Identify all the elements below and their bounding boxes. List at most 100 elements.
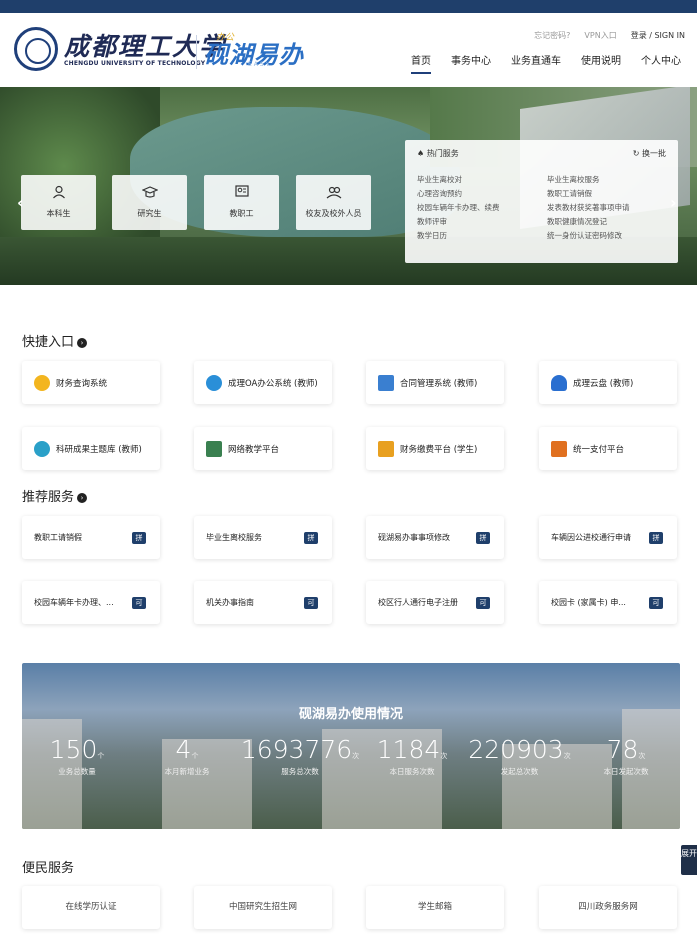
login-link[interactable]: 登录 / SIGN IN — [631, 30, 685, 41]
quick-entry-title-text: 快捷入口 — [22, 335, 75, 350]
coin-icon — [34, 374, 50, 391]
convenience-item[interactable]: 中国研究生招生网 — [194, 886, 332, 929]
stat-daily-service: 1184次 本日服务次数 — [367, 735, 457, 777]
main-nav: 首页 事务中心 业务直通车 使用说明 个人中心 — [401, 54, 691, 76]
refresh-label: 换一批 — [642, 149, 666, 158]
hot-service-item[interactable]: 教职健康情况登记 — [547, 216, 677, 227]
quick-entry-payment-student[interactable]: 财务缴费平台 (学生) — [366, 427, 504, 470]
role-card-undergraduate[interactable]: 本科生 — [21, 175, 96, 230]
stat-total-service: 1693776次 服务总次数 — [240, 735, 360, 777]
refresh-icon: ↻ — [632, 149, 640, 158]
quick-entry-label: 财务查询系统 — [56, 378, 108, 389]
nav-affairs-center[interactable]: 事务中心 — [441, 54, 501, 76]
hot-service-item[interactable]: 教师评审 — [417, 216, 547, 227]
convenience-title-text: 便民服务 — [22, 861, 75, 876]
tag-badge: 拼 — [132, 531, 146, 544]
stat-number: 1184 — [376, 735, 441, 764]
recommended-item[interactable]: 毕业生离校服务 拼 — [194, 516, 332, 559]
role-card-alumni[interactable]: 校友及校外人员 — [296, 175, 371, 230]
stats-title: 砚湖易办使用情况 — [298, 707, 403, 722]
hot-service-item[interactable]: 教职工请销假 — [547, 188, 677, 199]
stat-daily-initiated: 78次 本日发起次数 — [590, 735, 662, 777]
nav-home[interactable]: 首页 — [401, 54, 441, 76]
recommended-label: 车辆因公进校通行申请 — [551, 533, 631, 542]
stat-total-initiated: 220903次 发起总次数 — [467, 735, 572, 777]
stat-total-business: 150个 业务总数量 — [42, 735, 112, 777]
recommended-label: 校区行人通行电子注册 — [378, 598, 458, 607]
role-label: 校友及校外人员 — [305, 209, 362, 218]
logo-divider — [196, 35, 197, 69]
recommended-label: 砚湖易办事事项修改 — [378, 533, 450, 542]
recommended-item[interactable]: 教职工请销假 拼 — [22, 516, 160, 559]
quick-entry-cloud-drive[interactable]: 成理云盘 (教师) — [539, 361, 677, 404]
recommended-label: 机关办事指南 — [206, 598, 254, 607]
convenience-item[interactable]: 学生邮箱 — [366, 886, 504, 929]
hot-services-list: 毕业生离校对 毕业生离校服务 心理咨询预约 教职工请销假 校园车辆年卡办理、续费… — [417, 174, 666, 241]
recommended-item[interactable]: 砚湖易办事事项修改 拼 — [366, 516, 504, 559]
stat-number: 1693776 — [240, 735, 353, 764]
blackboard-icon — [206, 440, 222, 457]
hot-service-item[interactable]: 教学日历 — [417, 230, 547, 241]
stat-new-business: 4个 本月新增业务 — [147, 735, 227, 777]
top-links: 忘记密码? VPN入口 登录 / SIGN IN — [534, 30, 685, 41]
stat-unit: 次 — [352, 752, 360, 760]
stat-label: 发起总次数 — [500, 767, 539, 776]
convenience-item[interactable]: 在线学历认证 — [22, 886, 160, 929]
recommended-item[interactable]: 机关办事指南 可 — [194, 581, 332, 624]
quick-entry-label: 成理云盘 (教师) — [573, 378, 634, 389]
recommended-label: 校园卡 (家属卡) 申... — [551, 598, 626, 607]
wallet-icon — [551, 440, 567, 457]
stat-label: 服务总次数 — [281, 767, 319, 776]
quick-entry-oa[interactable]: 成理OA办公系统 (教师) — [194, 361, 332, 404]
person-icon — [50, 185, 68, 199]
hot-service-item[interactable]: 校园车辆年卡办理、续费 — [417, 202, 547, 213]
quick-entry-online-teaching[interactable]: 网络教学平台 — [194, 427, 332, 470]
university-seal-icon — [14, 27, 58, 71]
quick-entry-contract[interactable]: 合同管理系统 (教师) — [366, 361, 504, 404]
recommended-item[interactable]: 车辆因公进校通行申请 拼 — [539, 516, 677, 559]
quick-entry-title: 快捷入口 › — [22, 331, 88, 350]
usage-stats-banner: 砚湖易办使用情况 150个 业务总数量 4个 本月新增业务 1693776次 服… — [22, 663, 680, 829]
paper-plane-icon — [206, 374, 222, 391]
hot-service-item[interactable]: 毕业生离校服务 — [547, 174, 677, 185]
recommended-item[interactable]: 校园车辆年卡办理、... 可 — [22, 581, 160, 624]
molecule-icon — [34, 440, 50, 457]
forgot-password-link[interactable]: 忘记密码? — [534, 30, 570, 41]
stat-unit: 次 — [440, 752, 448, 760]
role-card-staff[interactable]: 教职工 — [204, 175, 279, 230]
quick-entry-research[interactable]: 科研成果主题库 (教师) — [22, 427, 160, 470]
nav-business-express[interactable]: 业务直通车 — [501, 54, 571, 76]
arrow-right-icon[interactable]: › — [77, 338, 88, 348]
nav-instructions[interactable]: 使用说明 — [571, 54, 631, 76]
quick-entry-finance-query[interactable]: 财务查询系统 — [22, 361, 160, 404]
hot-service-item[interactable]: 统一身份认证密码修改 — [547, 230, 677, 241]
role-card-graduate[interactable]: 研究生 — [112, 175, 187, 230]
document-icon — [378, 374, 394, 391]
convenience-item[interactable]: 四川政务服务网 — [539, 886, 677, 929]
tag-badge: 拼 — [304, 531, 318, 544]
tag-badge: 拼 — [649, 531, 663, 544]
refresh-button[interactable]: ↻ 换一批 — [633, 148, 666, 166]
arrow-right-icon[interactable]: › — [77, 493, 88, 503]
recommended-item[interactable]: 校园卡 (家属卡) 申... 可 — [539, 581, 677, 624]
stat-number: 78 — [606, 735, 639, 764]
hot-services-header: ♠ 热门服务 ↻ 换一批 — [417, 148, 666, 166]
stat-label: 业务总数量 — [58, 767, 96, 776]
hot-services-panel: ♠ 热门服务 ↻ 换一批 毕业生离校对 毕业生离校服务 心理咨询预约 教职工请销… — [405, 140, 678, 263]
coins-stack-icon — [378, 440, 394, 457]
hot-service-item[interactable]: 发表教材获奖著事项申请 — [547, 202, 677, 213]
brand-small-text: EASY — [248, 61, 272, 68]
cloud-icon — [551, 374, 567, 391]
tag-badge: 可 — [476, 596, 490, 609]
hot-service-item[interactable]: 心理咨询预约 — [417, 188, 547, 199]
stat-number: 150 — [49, 735, 98, 764]
graduation-cap-icon — [140, 185, 159, 199]
vpn-link[interactable]: VPN入口 — [584, 30, 616, 41]
hot-service-item[interactable]: 毕业生离校对 — [417, 174, 547, 185]
expand-side-tab[interactable]: 展开 — [681, 845, 697, 875]
recommended-label: 教职工请销假 — [34, 533, 82, 542]
nav-personal-center[interactable]: 个人中心 — [631, 54, 691, 76]
role-label: 研究生 — [137, 209, 162, 218]
recommended-item[interactable]: 校区行人通行电子注册 可 — [366, 581, 504, 624]
quick-entry-unified-payment[interactable]: 统一支付平台 — [539, 427, 677, 470]
